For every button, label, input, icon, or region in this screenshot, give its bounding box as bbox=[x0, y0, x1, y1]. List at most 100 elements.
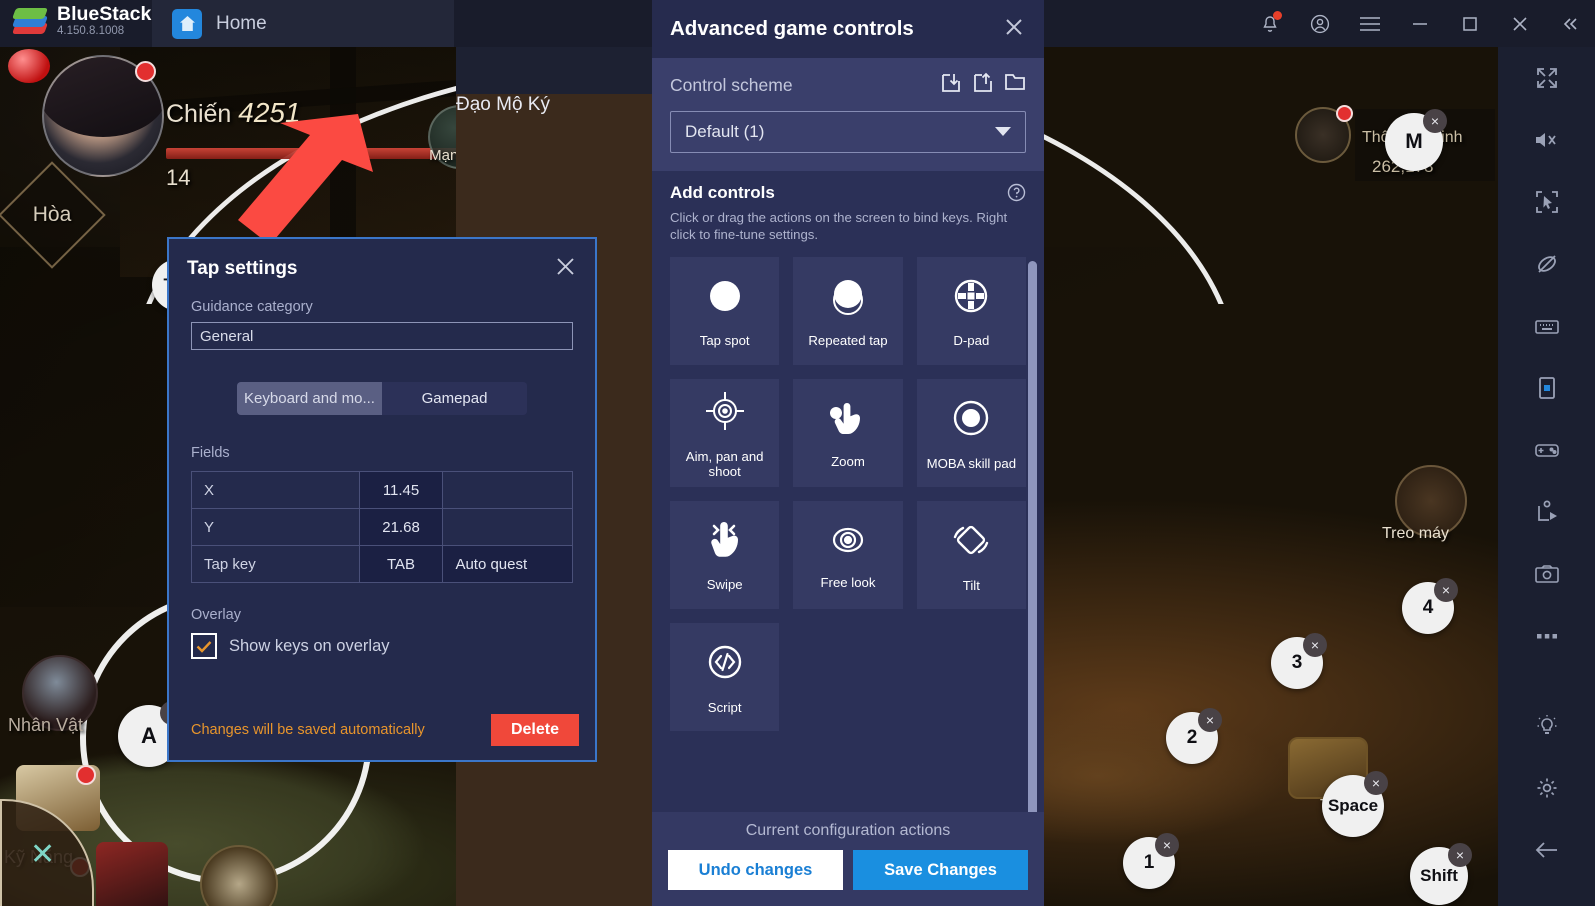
show-keys-checkbox-label: Show keys on overlay bbox=[229, 636, 390, 655]
segment-gamepad[interactable]: Gamepad bbox=[382, 382, 527, 415]
autosave-note: Changes will be saved automatically bbox=[191, 722, 425, 738]
agc-title-text: Advanced game controls bbox=[670, 17, 914, 40]
field-row: X 11.45 bbox=[191, 471, 573, 509]
bluestacks-logo-icon bbox=[11, 4, 49, 38]
close-icon[interactable] bbox=[1495, 0, 1545, 47]
notifications-bell-icon[interactable] bbox=[1245, 0, 1295, 47]
overlay-key-3[interactable]: 3 × bbox=[1271, 633, 1327, 689]
import-scheme-icon[interactable] bbox=[940, 72, 962, 99]
add-controls-desc: Click or drag the actions on the screen … bbox=[670, 210, 1008, 242]
keyboard-controls-icon[interactable] bbox=[1498, 295, 1595, 357]
settings-gear-icon[interactable] bbox=[1498, 757, 1595, 819]
user-account-icon[interactable] bbox=[1295, 0, 1345, 47]
field-value[interactable]: 21.68 bbox=[358, 508, 444, 546]
field-extra[interactable] bbox=[442, 471, 573, 509]
undo-changes-button[interactable]: Undo changes bbox=[668, 850, 843, 890]
overlay-key-remove-icon[interactable]: × bbox=[1198, 708, 1222, 732]
control-tile-repeated-tap[interactable]: Repeated tap bbox=[793, 257, 903, 365]
tap-settings-close-icon[interactable] bbox=[554, 255, 577, 283]
repeated-tap-icon bbox=[826, 274, 870, 323]
fullscreen-icon[interactable] bbox=[1498, 47, 1595, 109]
hamburger-menu-icon[interactable] bbox=[1345, 0, 1395, 47]
overlay-key-shift[interactable]: Shift × bbox=[1410, 843, 1472, 905]
overlay-key-label: 3 bbox=[1291, 652, 1303, 673]
moba-skill-pad-icon bbox=[948, 395, 994, 446]
mute-volume-icon[interactable] bbox=[1498, 109, 1595, 171]
back-arrow-icon[interactable] bbox=[1498, 819, 1595, 881]
control-tile-d-pad[interactable]: D-pad bbox=[916, 257, 1026, 365]
notification-badge bbox=[1273, 11, 1282, 20]
guidance-category-input[interactable]: General bbox=[191, 322, 573, 350]
tap-settings-footer: Changes will be saved automatically Dele… bbox=[191, 714, 579, 746]
delete-button[interactable]: Delete bbox=[490, 714, 579, 746]
collapse-left-icon[interactable] bbox=[1545, 0, 1595, 47]
tap-settings-dialog: Tap settings Guidance category General K… bbox=[167, 237, 597, 762]
field-value[interactable]: 11.45 bbox=[358, 471, 444, 509]
control-tile-free-look[interactable]: Free look bbox=[793, 501, 903, 609]
agc-titlebar: Advanced game controls bbox=[652, 0, 1044, 58]
help-question-icon[interactable] bbox=[1007, 183, 1026, 207]
screenshot-camera-icon[interactable] bbox=[1498, 543, 1595, 605]
tap-settings-body: Guidance category General Keyboard and m… bbox=[169, 289, 595, 659]
control-tile-label: Script bbox=[707, 700, 742, 715]
minimize-icon[interactable] bbox=[1395, 0, 1445, 47]
field-key: Y bbox=[191, 508, 360, 546]
device-orientation-icon[interactable] bbox=[1498, 357, 1595, 419]
overlay-key-1[interactable]: 1 × bbox=[1123, 833, 1179, 889]
brightness-bulb-icon[interactable] bbox=[1498, 695, 1595, 757]
control-tile-tap-spot[interactable]: Tap spot bbox=[670, 257, 780, 365]
menu-icon-friends[interactable] bbox=[96, 842, 168, 906]
overlay-key-remove-icon[interactable]: × bbox=[1303, 633, 1327, 657]
show-keys-checkbox[interactable] bbox=[191, 633, 217, 659]
control-scheme-select[interactable]: Default (1) bbox=[670, 111, 1026, 153]
rotate-disabled-icon[interactable] bbox=[1498, 233, 1595, 295]
overlay-key-remove-icon[interactable]: × bbox=[1434, 578, 1458, 602]
save-changes-button[interactable]: Save Changes bbox=[853, 850, 1028, 890]
export-scheme-icon[interactable] bbox=[972, 72, 994, 99]
overlay-key-2[interactable]: 2 × bbox=[1166, 708, 1222, 764]
agc-close-icon[interactable] bbox=[1002, 15, 1026, 44]
fields-label: Fields bbox=[191, 445, 230, 461]
more-options-icon[interactable] bbox=[1498, 605, 1595, 667]
overlay-key-remove-icon[interactable]: × bbox=[1448, 843, 1472, 867]
tab-home[interactable]: Home bbox=[152, 0, 454, 47]
overlay-key-remove-icon[interactable]: × bbox=[1155, 833, 1179, 857]
control-tile-tilt[interactable]: Tilt bbox=[916, 501, 1026, 609]
macro-record-icon[interactable] bbox=[1498, 481, 1595, 543]
overlay-key-remove-icon[interactable]: × bbox=[1423, 109, 1447, 133]
control-tile-zoom[interactable]: Zoom bbox=[793, 379, 903, 487]
script-code-icon bbox=[702, 639, 748, 690]
control-tile-moba-skill-pad[interactable]: MOBA skill pad bbox=[916, 379, 1026, 487]
control-tile-script[interactable]: Script bbox=[670, 623, 780, 731]
chevron-down-icon bbox=[995, 122, 1011, 142]
cursor-capture-icon[interactable] bbox=[1498, 171, 1595, 233]
control-tile-label: Free look bbox=[820, 575, 876, 590]
overlay-key-label: Space bbox=[1327, 796, 1379, 815]
current-config-caption: Current configuration actions bbox=[745, 822, 951, 839]
overlay-key-space[interactable]: Space × bbox=[1322, 771, 1388, 837]
window-buttons bbox=[1245, 0, 1595, 47]
field-value[interactable]: TAB bbox=[358, 545, 444, 583]
show-keys-overlay-row[interactable]: Show keys on overlay bbox=[191, 633, 573, 659]
maximize-icon[interactable] bbox=[1445, 0, 1495, 47]
overlay-key-4[interactable]: 4 × bbox=[1402, 578, 1458, 634]
field-row: Y 21.68 bbox=[191, 508, 573, 546]
pointer-arrow-annotation bbox=[238, 114, 373, 245]
open-folder-icon[interactable] bbox=[1004, 72, 1026, 99]
overlay-key-remove-icon[interactable]: × bbox=[1364, 771, 1388, 795]
panel-scrollbar-thumb[interactable] bbox=[1028, 261, 1037, 812]
control-scheme-label: Control scheme bbox=[670, 75, 793, 95]
guidance-category-value: General bbox=[200, 327, 254, 345]
field-extra[interactable]: Auto quest bbox=[442, 545, 573, 583]
control-tile-aim-pan-and-shoot[interactable]: Aim, pan and shoot bbox=[670, 379, 780, 487]
right-toolbar bbox=[1498, 47, 1595, 906]
control-tile-swipe[interactable]: Swipe bbox=[670, 501, 780, 609]
zoom-pinch-icon bbox=[825, 397, 871, 444]
overlay-key-m[interactable]: M × bbox=[1385, 109, 1447, 171]
gamepad-icon[interactable] bbox=[1498, 419, 1595, 481]
map-alert-dot bbox=[1336, 105, 1353, 122]
field-extra[interactable] bbox=[442, 508, 573, 546]
advanced-game-controls-panel: Advanced game controls Control scheme De… bbox=[652, 0, 1044, 906]
segment-keyboard-mouse[interactable]: Keyboard and mo... bbox=[237, 382, 382, 415]
tab-home-label: Home bbox=[216, 12, 267, 34]
